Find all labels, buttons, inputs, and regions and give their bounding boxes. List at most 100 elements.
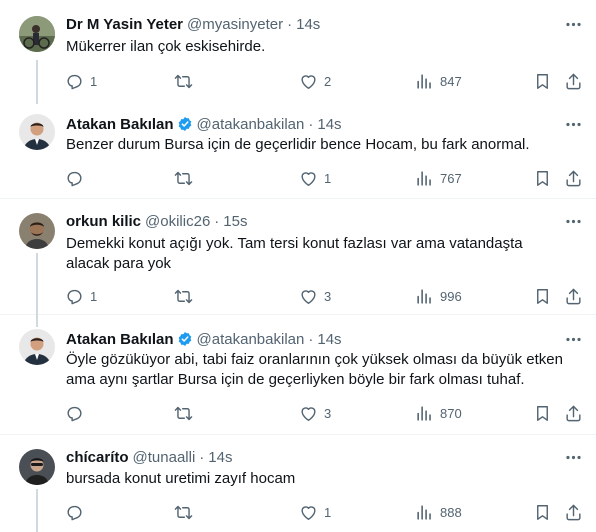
timestamp[interactable]: 14s: [296, 16, 320, 33]
thread-line: [36, 489, 38, 532]
views-button[interactable]: 888: [415, 501, 462, 523]
views-count: 996: [440, 288, 462, 304]
like-count: 2: [324, 73, 332, 89]
heart-icon: [299, 72, 318, 91]
bookmark-button[interactable]: [533, 167, 552, 189]
bookmark-button[interactable]: [533, 285, 552, 307]
share-button[interactable]: [564, 70, 583, 92]
timestamp[interactable]: 14s: [208, 449, 232, 466]
author-handle[interactable]: @atakanbakilan: [197, 116, 305, 133]
views-button[interactable]: 996: [415, 285, 462, 307]
views-button[interactable]: 767: [415, 167, 462, 189]
share-icon: [564, 72, 583, 91]
tweet-header: orkun kilic @okilic26 · 15s: [66, 211, 247, 231]
more-icon[interactable]: [561, 447, 585, 467]
dot-separator: ·: [199, 448, 205, 466]
retweet-icon: [174, 169, 193, 188]
author-name[interactable]: orkun kilic: [66, 213, 141, 230]
timestamp[interactable]: 14s: [317, 331, 341, 348]
author-handle[interactable]: @atakanbakilan: [197, 331, 305, 348]
tweet-actions: 1 767: [56, 167, 596, 189]
avatar[interactable]: [19, 329, 55, 365]
reply-button[interactable]: [65, 167, 90, 189]
tweet-text: Mükerrer ilan çok eskisehirde.: [66, 38, 266, 55]
dot-separator: ·: [308, 115, 314, 133]
like-button[interactable]: 3: [299, 402, 331, 424]
more-icon[interactable]: [561, 14, 585, 34]
more-icon[interactable]: [561, 114, 585, 134]
tweet-text: bursada konut uretimi zayıf hocam: [66, 470, 296, 487]
more-icon[interactable]: [561, 211, 585, 231]
retweet-button[interactable]: [174, 285, 199, 307]
share-button[interactable]: [564, 402, 583, 424]
author-name[interactable]: Atakan Bakılan: [66, 116, 174, 133]
bookmark-icon: [533, 169, 552, 188]
retweet-button[interactable]: [174, 70, 199, 92]
like-button[interactable]: 2: [299, 70, 331, 92]
author-name[interactable]: chícaríto: [66, 449, 129, 466]
retweet-button[interactable]: [174, 167, 199, 189]
views-button[interactable]: 870: [415, 402, 462, 424]
views-count: 847: [440, 73, 462, 89]
bookmark-button[interactable]: [533, 402, 552, 424]
tweet-actions: 1 3 996: [56, 285, 596, 307]
bookmark-button[interactable]: [533, 501, 552, 523]
author-handle[interactable]: @tunaalli: [133, 449, 196, 466]
tweet-header: Atakan Bakılan @atakanbakilan · 14s: [66, 114, 342, 134]
views-icon: [415, 169, 434, 188]
timestamp[interactable]: 14s: [317, 116, 341, 133]
reply-icon: [65, 72, 84, 91]
tweet-card[interactable]: chícaríto @tunaalli · 14s bursada konut …: [0, 435, 596, 532]
bookmark-icon: [533, 404, 552, 423]
retweet-icon: [174, 404, 193, 423]
avatar[interactable]: [19, 16, 55, 52]
dot-separator: ·: [214, 212, 220, 230]
retweet-button[interactable]: [174, 402, 199, 424]
tweet-header: Dr M Yasin Yeter @myasinyeter · 14s: [66, 14, 320, 34]
author-name[interactable]: Dr M Yasin Yeter: [66, 16, 183, 33]
share-icon: [564, 404, 583, 423]
like-count: 1: [324, 170, 332, 186]
tweet-card[interactable]: Atakan Bakılan @atakanbakilan · 14s Benz…: [0, 108, 596, 198]
views-button[interactable]: 847: [415, 70, 462, 92]
retweet-button[interactable]: [174, 501, 199, 523]
share-icon: [564, 169, 583, 188]
retweet-icon: [174, 287, 193, 306]
like-count: 3: [324, 405, 332, 421]
share-icon: [564, 287, 583, 306]
author-handle[interactable]: @myasinyeter: [187, 16, 283, 33]
share-button[interactable]: [564, 285, 583, 307]
avatar[interactable]: [19, 114, 55, 150]
author-handle[interactable]: @okilic26: [145, 213, 210, 230]
author-name[interactable]: Atakan Bakılan: [66, 331, 174, 348]
views-count: 767: [440, 170, 462, 186]
like-count: 1: [324, 504, 332, 520]
tweet-actions: 1 888: [56, 501, 596, 523]
views-icon: [415, 287, 434, 306]
like-button[interactable]: 1: [299, 167, 331, 189]
like-button[interactable]: 3: [299, 285, 331, 307]
reply-icon: [65, 169, 84, 188]
reply-count: 1: [90, 73, 98, 89]
heart-icon: [299, 287, 318, 306]
tweet-card[interactable]: orkun kilic @okilic26 · 15s Demekki konu…: [0, 199, 596, 327]
views-icon: [415, 404, 434, 423]
like-button[interactable]: 1: [299, 501, 331, 523]
heart-icon: [299, 503, 318, 522]
bookmark-button[interactable]: [533, 70, 552, 92]
share-icon: [564, 503, 583, 522]
reply-button[interactable]: [65, 501, 90, 523]
more-icon[interactable]: [561, 329, 585, 349]
reply-button[interactable]: [65, 402, 90, 424]
share-button[interactable]: [564, 501, 583, 523]
avatar[interactable]: [19, 213, 55, 249]
tweet-actions: 3 870: [56, 402, 596, 424]
reply-button[interactable]: 1: [65, 70, 97, 92]
avatar[interactable]: [19, 449, 55, 485]
timestamp[interactable]: 15s: [223, 213, 247, 230]
views-count: 888: [440, 504, 462, 520]
like-count: 3: [324, 288, 332, 304]
reply-button[interactable]: 1: [65, 285, 97, 307]
share-button[interactable]: [564, 167, 583, 189]
tweet-card[interactable]: Atakan Bakılan @atakanbakilan · 14s Öyle…: [0, 315, 596, 434]
